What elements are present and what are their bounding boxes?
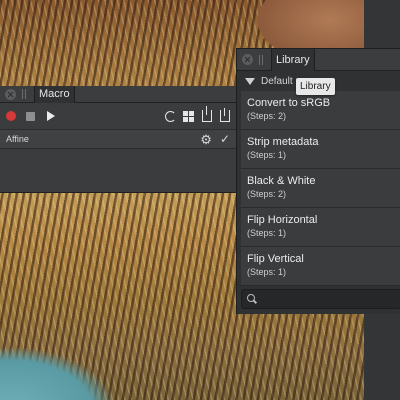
tab-library[interactable]: Library xyxy=(271,48,315,71)
library-item[interactable]: Flip Horizontal (Steps: 1) xyxy=(241,208,400,247)
library-item[interactable]: Black & White (Steps: 2) xyxy=(241,169,400,208)
play-icon[interactable] xyxy=(47,111,55,121)
macro-titlebar: Macro xyxy=(0,85,236,103)
library-tooltip: Library xyxy=(296,78,335,95)
drag-handle-icon[interactable] xyxy=(259,54,265,65)
macro-name: Strip metadata xyxy=(247,136,319,148)
library-item[interactable]: Strip metadata (Steps: 1) xyxy=(241,130,400,169)
disclosure-triangle-icon[interactable] xyxy=(245,77,255,85)
macro-panel: Macro Affine ⚙ ✓ xyxy=(0,85,236,193)
category-label: Default xyxy=(261,75,293,87)
import-icon[interactable] xyxy=(220,108,230,122)
macro-step-list xyxy=(0,149,236,192)
tab-macro[interactable]: Macro xyxy=(34,85,75,103)
macro-name: Flip Vertical xyxy=(247,253,304,265)
macro-steps: (Steps: 1) xyxy=(247,150,287,160)
macro-steps: (Steps: 1) xyxy=(247,228,287,238)
stop-icon[interactable] xyxy=(26,111,35,121)
refresh-icon[interactable] xyxy=(165,110,176,122)
macro-name: Black & White xyxy=(247,175,316,187)
macro-name: Flip Horizontal xyxy=(247,214,318,226)
macro-toolbar xyxy=(0,103,236,130)
close-icon[interactable] xyxy=(5,88,16,100)
macro-steps: (Steps: 2) xyxy=(247,111,287,121)
library-item[interactable]: Flip Vertical (Steps: 1) xyxy=(241,247,400,286)
macro-name: Convert to sRGB xyxy=(247,97,331,109)
library-titlebar: Library xyxy=(237,48,400,71)
library-item[interactable]: Convert to sRGB (Steps: 2) xyxy=(241,91,400,130)
record-icon[interactable] xyxy=(6,111,16,121)
gear-icon[interactable]: ⚙ xyxy=(200,133,212,146)
check-icon[interactable]: ✓ xyxy=(220,132,230,146)
macro-steps: (Steps: 2) xyxy=(247,189,287,199)
macro-step-row[interactable]: Affine ⚙ ✓ xyxy=(0,130,236,149)
library-search-input[interactable] xyxy=(241,289,400,309)
drag-handle-icon[interactable] xyxy=(22,89,28,99)
export-icon[interactable] xyxy=(202,106,212,122)
macro-step-label: Affine xyxy=(6,134,29,144)
close-icon[interactable] xyxy=(242,54,253,65)
search-icon xyxy=(247,294,257,304)
canvas-photo-background xyxy=(0,320,140,400)
macro-steps: (Steps: 1) xyxy=(247,267,287,277)
grid-icon[interactable] xyxy=(183,110,194,122)
